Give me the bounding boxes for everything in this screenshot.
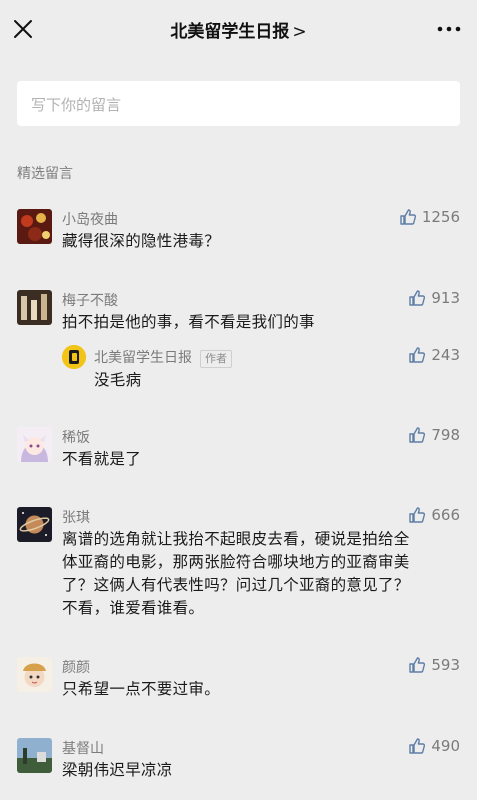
thumbs-up-icon [409,347,426,363]
avatar[interactable] [17,738,52,773]
comment-text: 只希望一点不要过审。 [62,680,221,698]
like-count: 593 [431,656,460,674]
like-button[interactable]: 798 [408,426,460,444]
comment-text: 拍不拍是他的事，看不看是我们的事 [62,313,315,331]
comment-username[interactable]: 小岛夜曲 [62,209,118,229]
thumbs-up-icon [400,209,416,225]
like-button[interactable]: 666 [408,506,460,524]
comment-text-line: 体亚裔的电影，那两张脸符合哪块地方的亚裔审美 [62,553,410,571]
comment-text: 梁朝伟迟早凉凉 [62,761,173,779]
section-label: 精选留言 [17,166,73,182]
like-count: 490 [431,737,460,755]
like-button[interactable]: 490 [408,737,460,755]
like-count: 666 [431,506,460,524]
author-avatar[interactable] [62,345,86,369]
like-button[interactable]: 593 [408,656,460,674]
thumbs-up-icon [409,427,426,443]
comment-text: 离谱的选角就让我抬不起眼皮去看，硬说是拍给全 体亚裔的电影，那两张脸符合哪块地方… [62,528,462,620]
comment-text-line: 不看，谁爱看谁看。 [62,599,205,617]
thumbs-up-icon [409,657,426,673]
avatar[interactable] [17,507,52,542]
like-count: 243 [431,346,460,364]
thumbs-up-icon [409,290,426,306]
comment-username[interactable]: 颜颜 [62,657,90,677]
thumbs-up-icon [409,738,426,754]
avatar[interactable] [17,209,52,244]
like-button[interactable]: 913 [408,289,460,307]
like-button[interactable]: 1256 [399,208,460,226]
comment-username[interactable]: 张琪 [62,507,90,527]
reply-text: 没毛病 [94,371,142,389]
more-icon[interactable] [437,20,461,38]
account-name[interactable]: 北美留学生日报 [170,22,289,42]
page-title[interactable]: 北美留学生日报 > [0,17,477,42]
like-button[interactable]: 243 [408,346,460,364]
avatar[interactable] [17,290,52,325]
like-count: 913 [431,289,460,307]
comment-text: 不看就是了 [62,450,142,468]
like-count: 1256 [421,208,460,226]
comment-username[interactable]: 梅子不酸 [62,290,118,310]
comment-text: 藏得很深的隐性港毒？ [62,232,221,250]
comment-text-line: 离谱的选角就让我抬不起眼皮去看，硬说是拍给全 [62,530,410,548]
thumbs-up-icon [409,507,426,523]
avatar[interactable] [17,427,52,462]
author-badge: 作者 [200,350,232,368]
reply-username[interactable]: 北美留学生日报 作者 [94,347,232,368]
reply-author-name[interactable]: 北美留学生日报 [94,350,192,366]
chevron-right-icon: > [292,22,307,42]
comment-username[interactable]: 稀饭 [62,427,90,447]
comment-username[interactable]: 基督山 [62,738,104,758]
comment-text-line: 了？这俩人有代表性吗？问过几个亚裔的意见了？ [62,576,410,594]
comment-input[interactable]: 写下你的留言 [17,81,460,126]
like-count: 798 [431,426,460,444]
avatar[interactable] [17,657,52,692]
top-bar: 北美留学生日报 > [0,0,477,58]
